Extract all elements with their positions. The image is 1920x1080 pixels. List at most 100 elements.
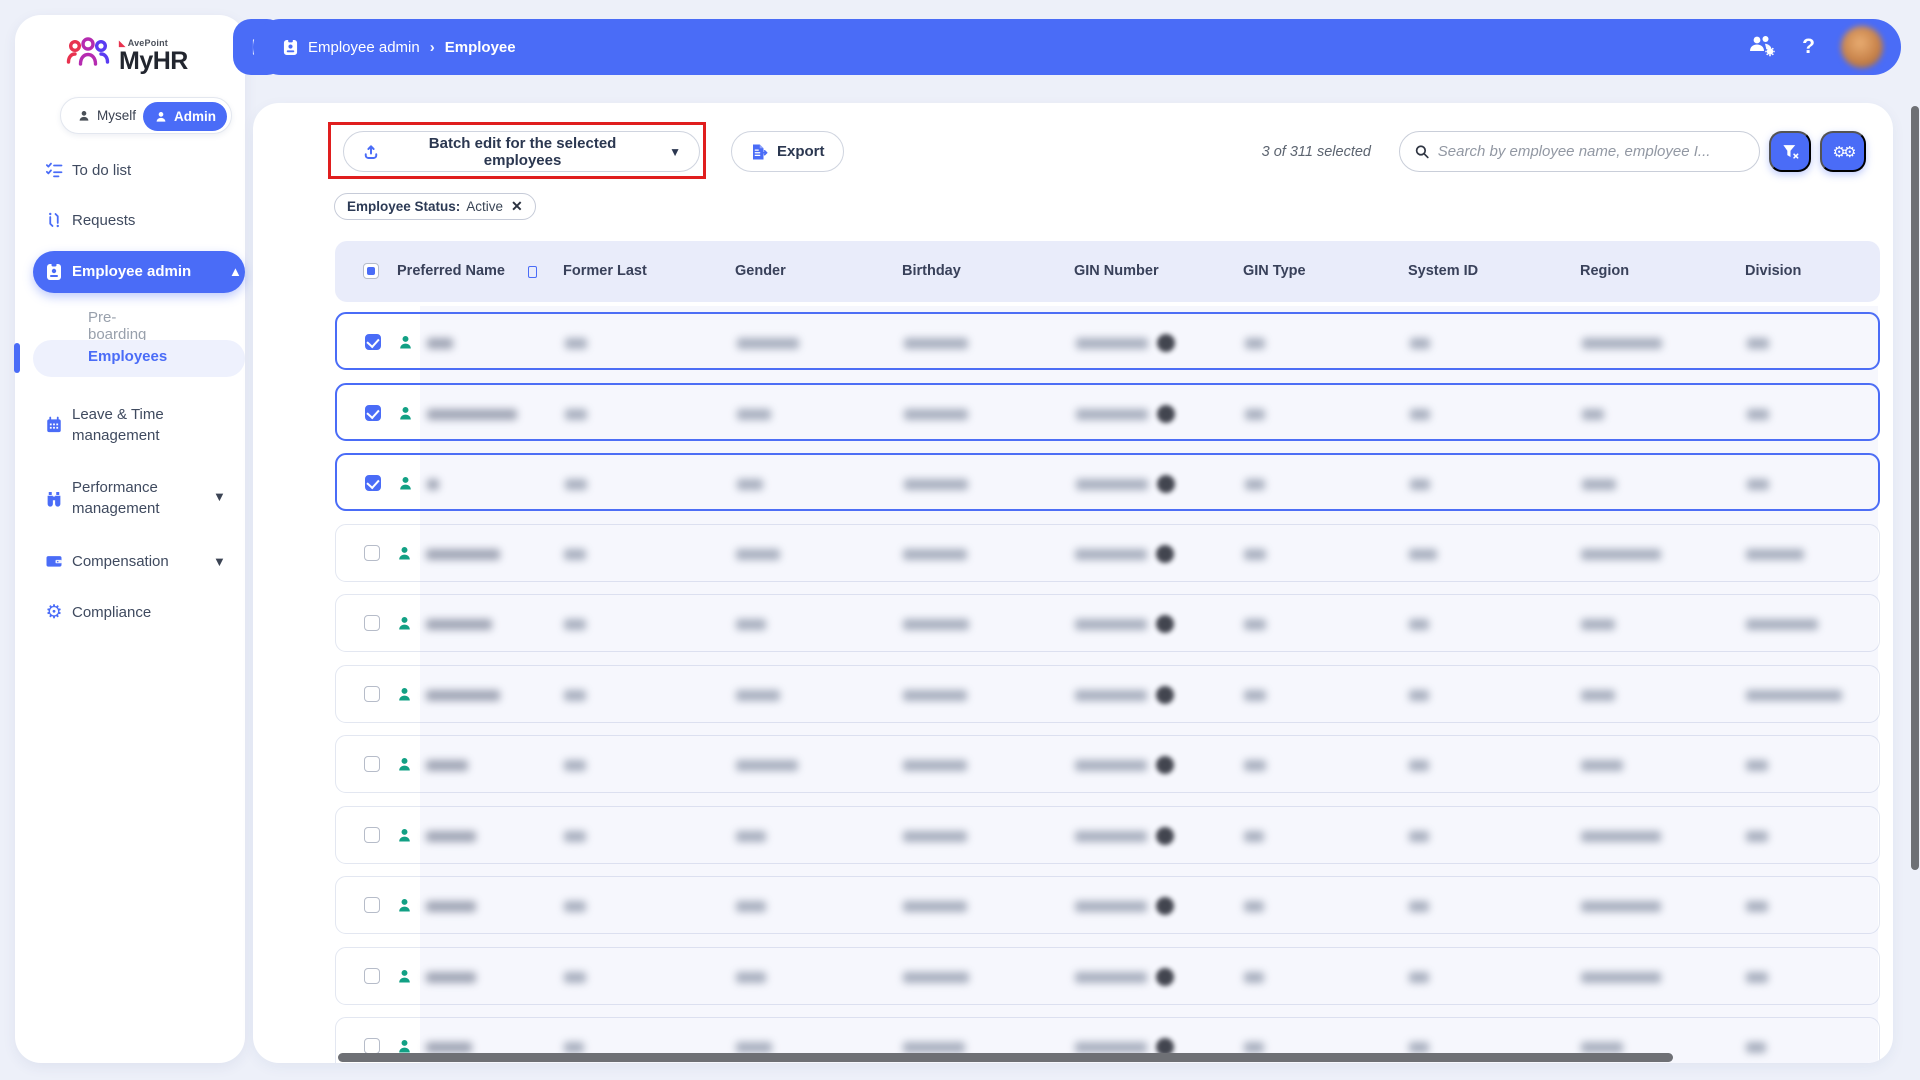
export-button[interactable]: Export <box>731 131 844 172</box>
eye-icon[interactable] <box>1156 827 1174 845</box>
blurred-former-last <box>565 479 587 490</box>
blurred-gin-type <box>1244 1042 1264 1053</box>
table-row[interactable] <box>335 947 1880 1005</box>
blurred-division <box>1746 901 1768 912</box>
table-row[interactable] <box>335 806 1880 864</box>
eye-icon[interactable] <box>1157 475 1175 493</box>
table-row[interactable] <box>335 312 1880 370</box>
column-header-preferred-name: Preferred Name <box>397 241 505 302</box>
table-row[interactable] <box>335 594 1880 652</box>
vertical-scrollbar[interactable] <box>1911 106 1919 870</box>
clear-filter-button[interactable] <box>1769 131 1811 172</box>
sidebar-item-employee-admin[interactable]: Employee admin ▲ <box>33 251 245 293</box>
blurred-name <box>426 760 468 771</box>
table-row[interactable] <box>335 524 1880 582</box>
app-logo: ◣ AvePoint MyHR <box>65 35 188 77</box>
gear-icon: ⚙ <box>45 603 63 621</box>
column-settings-button[interactable]: ⚙⚙ <box>1820 131 1866 172</box>
blurred-gin-type <box>1245 338 1265 349</box>
eye-icon[interactable] <box>1156 545 1174 563</box>
blurred-name <box>427 479 439 490</box>
column-header-former-last: Former Last <box>563 241 647 302</box>
row-checkbox[interactable] <box>364 545 380 561</box>
brand-myhr: MyHR <box>119 49 188 74</box>
blurred-region <box>1581 972 1661 983</box>
breadcrumb-section[interactable]: Employee admin <box>308 39 420 56</box>
masked-gin-number <box>1076 409 1148 420</box>
sidebar-item-requests[interactable]: Requests <box>15 209 245 231</box>
toggle-admin[interactable]: Admin <box>143 102 227 131</box>
sidebar-item-compensation[interactable]: Compensation ▼ <box>15 550 245 572</box>
blurred-former-last <box>564 549 586 560</box>
row-checkbox[interactable] <box>364 756 380 772</box>
blurred-system-id <box>1410 338 1430 349</box>
sidebar-item-compliance[interactable]: ⚙ Compliance <box>15 601 245 623</box>
blurred-birthday <box>903 619 969 630</box>
row-checkbox[interactable] <box>365 334 381 350</box>
row-checkbox[interactable] <box>364 1038 380 1054</box>
blurred-birthday <box>903 760 967 771</box>
role-toggle[interactable]: Myself Admin <box>60 97 232 134</box>
person-icon <box>154 110 168 124</box>
blurred-former-last <box>564 619 586 630</box>
sidebar-item-employees[interactable]: Employees <box>33 340 245 377</box>
row-checkbox[interactable] <box>364 968 380 984</box>
table-row[interactable] <box>335 383 1880 441</box>
sidebar-item-leave-time[interactable]: Leave & Time management <box>15 404 245 446</box>
eye-icon[interactable] <box>1157 405 1175 423</box>
table-row[interactable] <box>335 453 1880 511</box>
blurred-name <box>426 690 500 701</box>
filter-chip-employee-status[interactable]: Employee Status: Active ✕ <box>334 193 536 220</box>
row-checkbox[interactable] <box>364 686 380 702</box>
filter-x-icon <box>1781 142 1800 161</box>
main-content: Batch edit for the selected employees ▼ … <box>253 103 1893 1063</box>
export-file-icon <box>750 143 768 161</box>
table-row[interactable] <box>335 876 1880 934</box>
toggle-myself[interactable]: Myself <box>61 108 136 123</box>
row-checkbox[interactable] <box>365 475 381 491</box>
blurred-division <box>1746 1042 1766 1053</box>
eye-icon[interactable] <box>1156 897 1174 915</box>
row-checkbox[interactable] <box>365 405 381 421</box>
blurred-gender <box>737 338 799 349</box>
sidebar-item-todo-list[interactable]: To do list <box>15 159 245 181</box>
binoculars-icon <box>45 489 63 507</box>
pin-column-icon[interactable] <box>528 266 537 278</box>
admin-users-icon[interactable] <box>1748 33 1776 62</box>
people-logo-icon <box>65 35 111 77</box>
eye-icon[interactable] <box>1157 334 1175 352</box>
blurred-birthday <box>903 831 967 842</box>
blurred-system-id <box>1409 619 1429 630</box>
sidebar-item-performance[interactable]: Performance management ▼ <box>15 477 245 519</box>
column-header-system-id: System ID <box>1408 241 1478 302</box>
blurred-region <box>1581 1042 1623 1053</box>
eye-icon[interactable] <box>1156 686 1174 704</box>
close-icon[interactable]: ✕ <box>511 198 523 215</box>
row-checkbox[interactable] <box>364 615 380 631</box>
blurred-system-id <box>1409 901 1429 912</box>
blurred-division <box>1746 831 1768 842</box>
select-all-checkbox[interactable] <box>363 263 379 279</box>
blurred-gender <box>736 831 766 842</box>
blurred-gin-type <box>1245 479 1265 490</box>
blurred-division <box>1747 409 1769 420</box>
help-icon[interactable]: ? <box>1802 35 1815 59</box>
search-box <box>1399 131 1760 172</box>
table-row[interactable] <box>335 735 1880 793</box>
horizontal-scrollbar[interactable] <box>338 1053 1673 1062</box>
eye-icon[interactable] <box>1156 756 1174 774</box>
row-checkbox[interactable] <box>364 897 380 913</box>
table-row[interactable] <box>335 665 1880 723</box>
search-input[interactable] <box>1438 143 1745 160</box>
masked-gin-number <box>1075 619 1147 630</box>
batch-edit-button[interactable]: Batch edit for the selected employees ▼ <box>343 131 700 172</box>
blurred-birthday <box>903 972 969 983</box>
blurred-division <box>1747 338 1769 349</box>
user-avatar[interactable] <box>1841 26 1883 68</box>
eye-icon[interactable] <box>1156 968 1174 986</box>
eye-icon[interactable] <box>1156 615 1174 633</box>
blurred-name <box>426 831 476 842</box>
blurred-system-id <box>1410 409 1430 420</box>
blurred-birthday <box>904 409 968 420</box>
row-checkbox[interactable] <box>364 827 380 843</box>
